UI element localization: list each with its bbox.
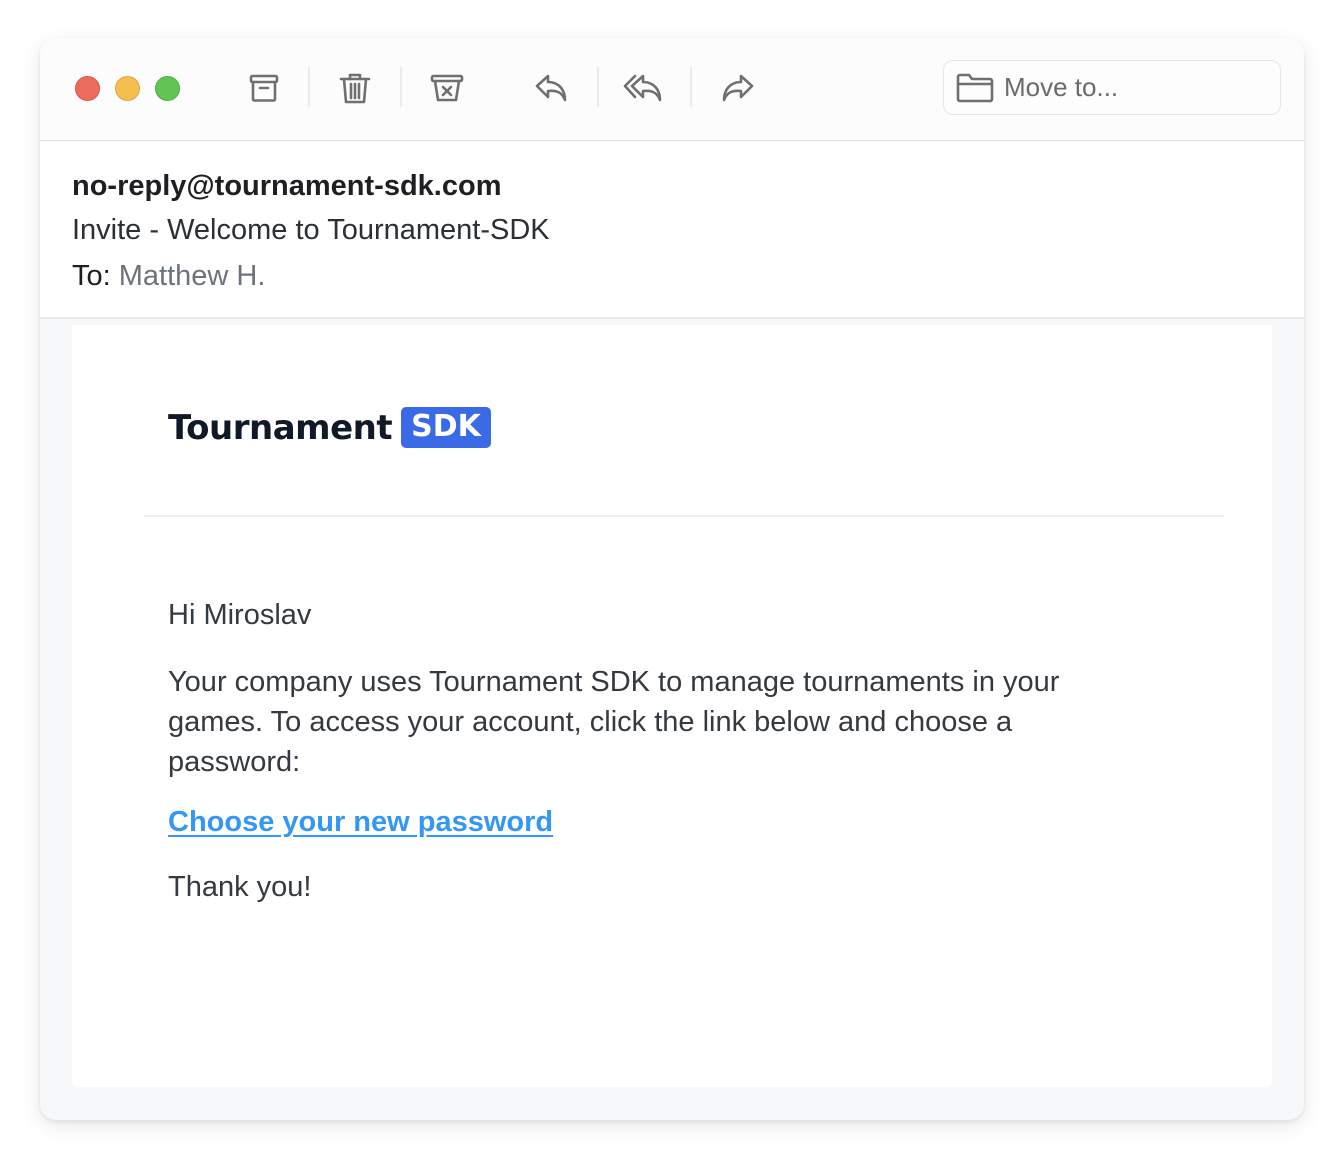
email-body: Tournament SDK Hi Miroslav Your company … (72, 325, 1272, 1087)
choose-password-link[interactable]: Choose your new password (168, 806, 553, 839)
to-label: To: (72, 260, 111, 292)
archive-button[interactable] (242, 66, 286, 110)
toolbar: Move to... (40, 38, 1304, 141)
minimize-window-button[interactable] (115, 76, 140, 101)
logo-badge: SDK (401, 407, 491, 448)
email-subject: Invite - Welcome to Tournament-SDK (72, 214, 550, 246)
toolbar-separator (690, 67, 692, 107)
reply-all-button[interactable] (622, 66, 666, 110)
delete-button[interactable] (333, 66, 377, 110)
logo-text: Tournament (168, 407, 393, 448)
toolbar-separator (400, 67, 402, 107)
archive-icon (249, 74, 279, 102)
folder-icon (956, 73, 994, 102)
recipient-line: To: Matthew H. (72, 260, 265, 293)
toolbar-separator (308, 67, 310, 107)
sender-address: no-reply@tournament-sdk.com (72, 170, 502, 202)
trash-icon (339, 73, 371, 104)
move-to-label: Move to... (1004, 72, 1119, 102)
divider (144, 515, 1224, 517)
tournament-sdk-logo: Tournament SDK (168, 407, 491, 448)
close-window-button[interactable] (75, 76, 100, 101)
forward-button[interactable] (715, 66, 759, 110)
reply-icon (535, 74, 567, 102)
closing-text: Thank you! (168, 871, 312, 903)
junk-button[interactable] (425, 66, 469, 110)
maximize-window-button[interactable] (155, 76, 180, 101)
greeting: Hi Miroslav (168, 599, 312, 631)
junk-icon (430, 74, 464, 102)
reply-all-icon (623, 74, 662, 102)
forward-icon (722, 74, 754, 102)
mail-window: Move to... no-reply@tournament-sdk.com I… (40, 38, 1304, 1120)
move-to-button[interactable]: Move to... (943, 60, 1281, 115)
body-paragraph: Your company uses Tournament SDK to mana… (168, 666, 1060, 778)
recipient-name[interactable]: Matthew H. (119, 260, 266, 292)
toolbar-separator (597, 67, 599, 107)
email-header: no-reply@tournament-sdk.com Invite - Wel… (40, 142, 1304, 319)
reply-button[interactable] (530, 66, 574, 110)
